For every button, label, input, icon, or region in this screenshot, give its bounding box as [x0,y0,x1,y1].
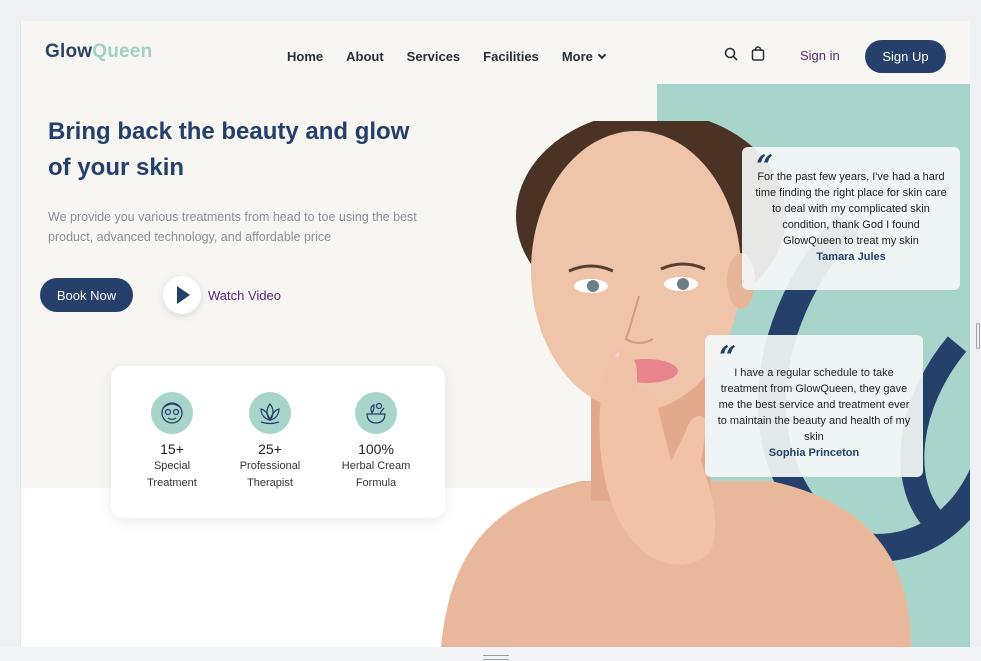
nav-link-more[interactable]: More [561,49,607,64]
stat-label-line1: Special [153,460,191,472]
testimonial-card: “ For the past few years, I've had a har… [742,147,960,290]
shopping-bag-icon[interactable] [751,46,765,61]
nav-link-about[interactable]: About [346,49,384,64]
testimonial-author: Tamara Jules [816,251,886,263]
landing-page: GlowQueen Home About Services Facilities… [20,21,970,647]
logo-part-2: Queen [92,41,153,62]
stat-label-line2: Therapist [247,477,293,489]
stat-label-line1: Professional [239,460,301,472]
testimonial-text: For the past few years, I've had a hard … [755,171,947,247]
play-video-button[interactable] [163,276,201,314]
logo[interactable]: GlowQueen [45,41,152,63]
nav-link-services[interactable]: Services [407,49,461,64]
main-nav: Home About Services Facilities More [287,49,607,64]
nav-more-label: More [561,49,593,64]
book-now-button[interactable]: Book Now [40,278,133,312]
hero-subtext: We provide you various treatments from h… [48,210,417,244]
testimonial-author: Sophia Princeton [768,447,860,459]
signup-button[interactable]: Sign Up [865,40,946,73]
search-icon[interactable] [724,47,738,61]
stat-label-line2: Treatment [147,477,197,489]
stat-special-treatment: 15+ Special Treatment [122,392,222,491]
stat-professional-therapist: 25+ Professional Therapist [220,392,320,491]
signin-link[interactable]: Sign in [800,48,840,63]
stats-card: 15+ Special Treatment 25+ Professional T… [111,366,445,518]
stat-number: 15+ [160,441,184,457]
stat-number: 100% [358,441,394,457]
nav-link-facilities[interactable]: Facilities [483,49,539,64]
logo-part-1: Glow [45,41,93,62]
quote-icon: “ [719,340,737,375]
resize-handle[interactable] [976,323,980,349]
face-mask-icon [151,392,193,434]
hero-headline: Bring back the beauty and glow of your s… [48,118,410,181]
testimonial-card: “ I have a regular schedule to take trea… [705,335,923,477]
chevron-down-icon [597,50,607,59]
testimonial-text: I have a regular schedule to take treatm… [717,367,911,443]
herbal-bowl-icon [355,392,397,434]
stat-herbal-cream: 100% Herbal Cream Formula [326,392,426,491]
nav-link-home[interactable]: Home [287,49,323,64]
lotus-icon [249,392,291,434]
drag-grip-icon[interactable] [483,655,509,660]
play-icon [177,286,190,304]
stat-number: 25+ [258,441,282,457]
stat-label-line1: Herbal Cream [341,460,411,472]
stat-label-line2: Formula [355,477,397,489]
watch-video-link[interactable]: Watch Video [208,288,281,303]
quote-icon: “ [756,149,774,184]
